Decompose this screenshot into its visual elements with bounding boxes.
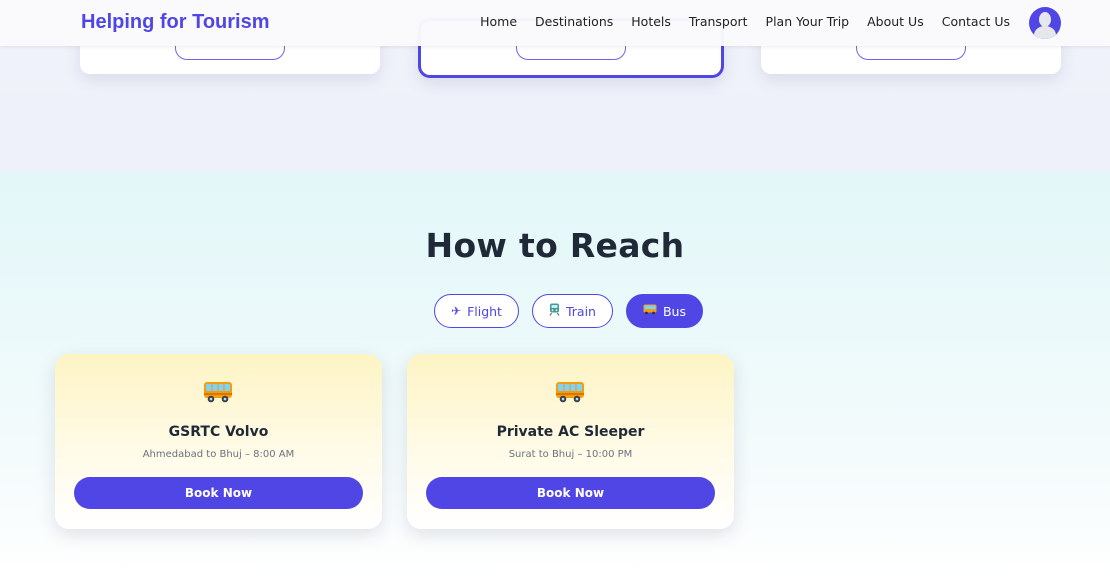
book-now-button[interactable]: Book Now (426, 477, 715, 509)
bus-card: GSRTC Volvo Ahmedabad to Bhuj – 8:00 AM … (55, 354, 382, 529)
card-title: GSRTC Volvo (168, 424, 269, 440)
bus-icon (203, 380, 233, 404)
bus-icon (555, 380, 585, 404)
site-header: Helping for Tourism Home Destinations Ho… (0, 0, 1110, 46)
nav-destinations[interactable]: Destinations (535, 14, 613, 29)
nav-about-us[interactable]: About Us (867, 14, 924, 29)
brand-logo-text[interactable]: Helping for Tourism (81, 11, 270, 34)
avatar-head (1039, 12, 1051, 27)
card-title: Private AC Sleeper (496, 424, 645, 440)
card-route: Ahmedabad to Bhuj – 8:00 AM (142, 449, 295, 460)
nav-hotels[interactable]: Hotels (631, 14, 671, 29)
nav-transport[interactable]: Transport (689, 14, 748, 29)
bus-icon (643, 304, 657, 318)
section-title: How to Reach (425, 226, 685, 265)
avatar-body (1034, 26, 1056, 39)
nav-home[interactable]: Home (480, 14, 517, 29)
main-nav: Home Destinations Hotels Transport Plan … (480, 14, 1010, 29)
nav-contact-us[interactable]: Contact Us (942, 14, 1010, 29)
tab-bus[interactable]: Bus (625, 294, 703, 328)
bus-card: Private AC Sleeper Surat to Bhuj – 10:00… (407, 354, 734, 529)
tab-flight-label: Flight (467, 303, 502, 319)
airplane-icon: ✈ (451, 304, 462, 318)
tab-train-label: Train (565, 303, 596, 319)
tab-flight[interactable]: ✈ Flight (434, 294, 519, 328)
tab-bus-label: Bus (662, 303, 686, 319)
book-now-button[interactable]: Book Now (74, 477, 363, 509)
train-icon (549, 303, 560, 319)
card-route: Surat to Bhuj – 10:00 PM (508, 449, 633, 460)
transport-tabs: ✈ Flight Train Bus (434, 294, 703, 328)
how-to-reach-section: How to Reach ✈ Flight Train Bus GSRTC Vo… (0, 172, 1110, 578)
tab-train[interactable]: Train (531, 294, 613, 328)
user-avatar-icon[interactable] (1029, 7, 1061, 39)
nav-plan-your-trip[interactable]: Plan Your Trip (766, 14, 850, 29)
